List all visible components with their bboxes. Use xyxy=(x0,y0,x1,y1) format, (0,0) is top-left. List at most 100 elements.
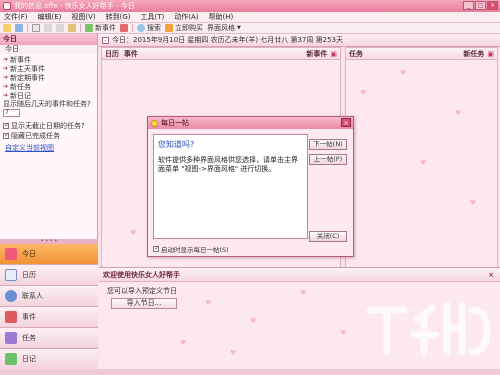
prev-tip-button[interactable]: 上一帖(P) xyxy=(309,154,347,165)
arrow-icon: ➜ xyxy=(3,92,9,99)
lightbulb-icon xyxy=(151,119,158,127)
dialog-close-icon[interactable]: × xyxy=(341,118,351,127)
welcome-header: 欢迎使用快乐女人好帮手 × xyxy=(99,268,500,282)
new-event-button[interactable]: 新事件 xyxy=(85,23,116,33)
nav-today[interactable]: 今日 xyxy=(0,244,98,265)
print-icon[interactable] xyxy=(32,24,40,32)
add-icon: ▣ xyxy=(330,49,337,58)
new-event-col-button[interactable]: 新事件 ▣ xyxy=(306,49,337,59)
new-event-label: 新事件 xyxy=(95,24,116,32)
checkbox[interactable] xyxy=(153,244,160,252)
heart-decoration: ♥ xyxy=(360,89,367,97)
add-icon: ▣ xyxy=(487,49,494,58)
collapse-toggle[interactable]: - xyxy=(102,36,109,44)
next-tip-button[interactable]: 下一帖(N) xyxy=(309,139,347,150)
menu-action[interactable]: 动作(A) xyxy=(174,12,198,22)
today-date-text: 今日：2015年9月10日 星期四 农历乙未年(羊) 七月廿八 第37周 第25… xyxy=(112,36,344,44)
heart-decoration: ♥ xyxy=(455,109,462,117)
status-bar xyxy=(0,369,500,375)
close-window-button[interactable]: × xyxy=(487,1,498,10)
nav-panel: • • • • 今日 日历 联系人 事件 任务 日记 备忘 xyxy=(0,239,98,375)
task-new-diary[interactable]: ➜ 新日记 xyxy=(3,91,97,100)
dialog-title-bar: 每日一帖 × xyxy=(148,117,353,129)
nav-events[interactable]: 事件 xyxy=(0,307,98,328)
new-task-col-button[interactable]: 新任务 ▣ xyxy=(463,49,494,59)
copy-icon[interactable] xyxy=(56,24,64,32)
today-section-title: 今日 xyxy=(0,45,97,54)
welcome-title: 欢迎使用快乐女人好帮手 xyxy=(103,271,180,279)
days-spinner[interactable]: 7 xyxy=(3,109,20,117)
window-title: 我的信息.effe - 快乐女人好帮手 - 今日 xyxy=(14,2,135,10)
heart-decoration: ♥ xyxy=(400,69,407,77)
menu-edit[interactable]: 编辑(E) xyxy=(38,12,62,22)
nav-label: 日历 xyxy=(22,271,36,279)
arrow-icon: ➜ xyxy=(3,65,9,72)
nav-label: 今日 xyxy=(22,250,36,258)
checkbox[interactable] xyxy=(3,121,10,129)
toolbar: 新事件 搜索 立即购买 界面风格 ▼ xyxy=(0,23,500,34)
calendar-icon xyxy=(5,269,17,281)
menu-help[interactable]: 帮助(H) xyxy=(209,12,234,22)
nav-diary[interactable]: 日记 xyxy=(0,349,98,370)
option-no-deadline[interactable]: 显示无截止日期的任务? xyxy=(0,121,97,131)
date-bar: - 今日：2015年9月10日 星期四 农历乙未年(羊) 七月廿八 第37周 第… xyxy=(99,34,500,47)
quick-tasks: ➜ 新事件 ➜ 新主天事件 ➜ 新定期事件 ➜ 新任务 ➜ 新日记 xyxy=(0,54,97,100)
cart-icon xyxy=(165,24,173,32)
toolbar-separator xyxy=(80,24,81,32)
left-pane: 今日 今日 ➜ 新事件 ➜ 新主天事件 ➜ 新定期事件 ➜ 新任务 ➜ 新日记 显示随后几… xyxy=(0,34,98,375)
heart-decoration: ♥ xyxy=(420,159,427,167)
minimize-button[interactable]: _ xyxy=(463,1,474,10)
nav-calendar[interactable]: 日历 xyxy=(0,265,98,286)
close-icon[interactable]: × xyxy=(488,268,494,281)
cut-icon[interactable] xyxy=(44,24,52,32)
menu-bar: 文件(F) 编辑(E) 视图(V) 转到(G) 工具(T) 动作(A) 帮助(H… xyxy=(0,12,500,23)
diary-icon xyxy=(5,353,17,365)
menu-goto[interactable]: 转到(G) xyxy=(106,12,131,22)
toolbar-separator xyxy=(27,24,28,32)
menu-view[interactable]: 视图(V) xyxy=(71,12,95,22)
nav-tasks[interactable]: 任务 xyxy=(0,328,98,349)
menu-file[interactable]: 文件(F) xyxy=(4,12,28,22)
tip-text: 软件提供多种界面风格供您选择，请单击主界面菜单 "视图->界面风格" 进行切换。 xyxy=(158,156,298,173)
chevron-down-icon: ▼ xyxy=(237,25,241,31)
tip-content: 您知道吗? 软件提供多种界面风格供您选择，请单击主界面菜单 "视图->界面风格"… xyxy=(153,134,308,239)
buy-now-label: 立即购买 xyxy=(175,24,203,32)
checkbox[interactable] xyxy=(3,131,10,139)
menu-tools[interactable]: 工具(T) xyxy=(141,12,165,22)
heart-decoration: ♥ xyxy=(470,199,477,207)
open-icon[interactable] xyxy=(3,24,11,32)
save-icon[interactable] xyxy=(15,24,23,32)
calendar-col-label: 日历 xyxy=(105,49,119,58)
events-icon xyxy=(5,311,17,323)
customize-view-link[interactable]: 自定义当前视图 xyxy=(0,144,97,153)
arrow-icon: ➜ xyxy=(3,74,9,81)
title-bar: 我的信息.effe - 快乐女人好帮手 - 今日 _ □ × xyxy=(0,0,500,12)
heart-decoration: ♥ xyxy=(205,299,212,307)
delete-icon[interactable] xyxy=(120,24,128,32)
task-label: 新日记 xyxy=(10,91,32,100)
paste-icon[interactable] xyxy=(68,24,76,32)
skin-button[interactable]: 界面风格 ▼ xyxy=(207,23,241,33)
window-controls: _ □ × xyxy=(463,1,498,10)
nav-label: 任务 xyxy=(22,334,36,342)
heart-decoration: ♥ xyxy=(130,229,137,237)
watermark-logo xyxy=(366,301,491,356)
tasks-column-header: 任务 新任务 ▣ xyxy=(346,48,497,60)
buy-now-button[interactable]: 立即购买 xyxy=(165,23,203,33)
option-hide-done[interactable]: 隐藏已完成任务 xyxy=(0,131,97,141)
search-button[interactable]: 搜索 xyxy=(137,23,161,33)
show-at-startup-option[interactable]: 启动时显示每日一帖(S) xyxy=(153,244,229,254)
tasks-col-label: 任务 xyxy=(349,49,363,58)
app-icon xyxy=(3,2,11,10)
checkbox-label: 隐藏已完成任务 xyxy=(11,132,60,140)
nav-contacts[interactable]: 联系人 xyxy=(0,286,98,307)
show-days-label: 显示随后几天的事件和任务? xyxy=(3,100,91,108)
contacts-icon xyxy=(5,290,17,302)
maximize-button[interactable]: □ xyxy=(475,1,486,10)
import-holidays-button[interactable]: 导入节日... xyxy=(111,298,177,309)
arrow-icon: ➜ xyxy=(3,56,9,63)
heart-decoration: ♥ xyxy=(230,349,237,357)
close-dialog-button[interactable]: 关闭(C) xyxy=(309,231,347,242)
nav-label: 日记 xyxy=(22,355,36,363)
checkbox-label: 启动时显示每日一帖(S) xyxy=(161,246,229,254)
